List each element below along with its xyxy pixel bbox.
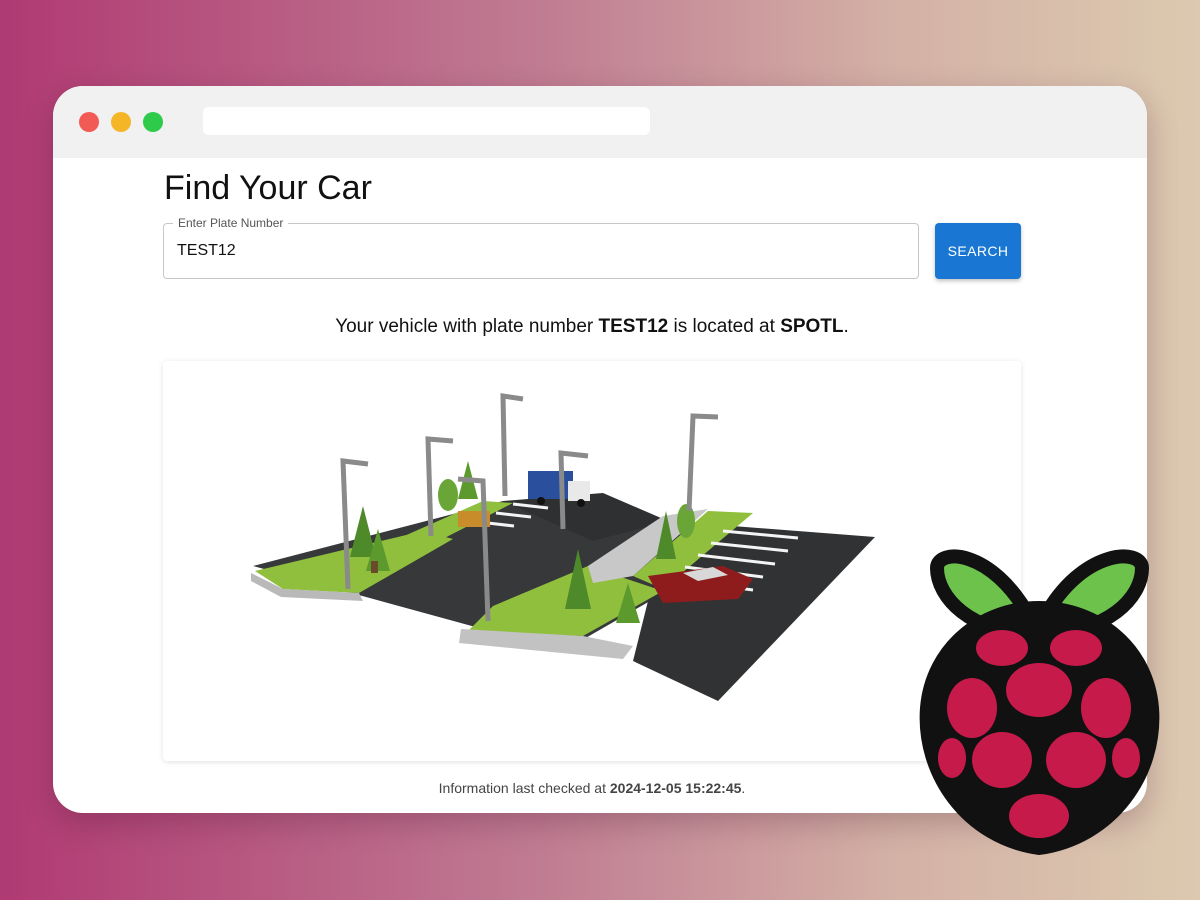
- page-title: Find Your Car: [164, 169, 372, 207]
- truck-cargo: [528, 471, 573, 499]
- result-suffix: .: [843, 316, 849, 337]
- parking-lot-map: [251, 393, 875, 701]
- result-middle: is located at: [668, 316, 781, 337]
- minimize-window-button[interactable]: [111, 112, 131, 132]
- last-checked-note: Information last checked at 2024-12-05 1…: [163, 780, 1021, 796]
- plate-number-field[interactable]: Enter Plate Number: [163, 216, 919, 279]
- result-spot: SPOTL: [780, 316, 844, 337]
- last-checked-timestamp: 2024-12-05 15:22:45: [609, 780, 742, 796]
- result-prefix: Your vehicle with plate number: [335, 316, 599, 337]
- maximize-window-button[interactable]: [143, 112, 163, 132]
- close-window-button[interactable]: [79, 112, 99, 132]
- search-button[interactable]: SEARCH: [935, 223, 1021, 279]
- result-plate: TEST12: [598, 316, 669, 337]
- last-checked-suffix: .: [741, 780, 746, 796]
- plate-number-input[interactable]: [177, 239, 897, 263]
- result-message: Your vehicle with plate number TEST12 is…: [163, 316, 1021, 338]
- last-checked-prefix: Information last checked at: [438, 780, 610, 796]
- raspberry-pi-logo: [919, 549, 1160, 855]
- truck-cab: [568, 481, 590, 501]
- parking-map-card: [163, 361, 1021, 761]
- plate-number-label: Enter Plate Number: [173, 216, 289, 230]
- window-titlebar: [53, 86, 1147, 158]
- address-bar[interactable]: [203, 107, 650, 135]
